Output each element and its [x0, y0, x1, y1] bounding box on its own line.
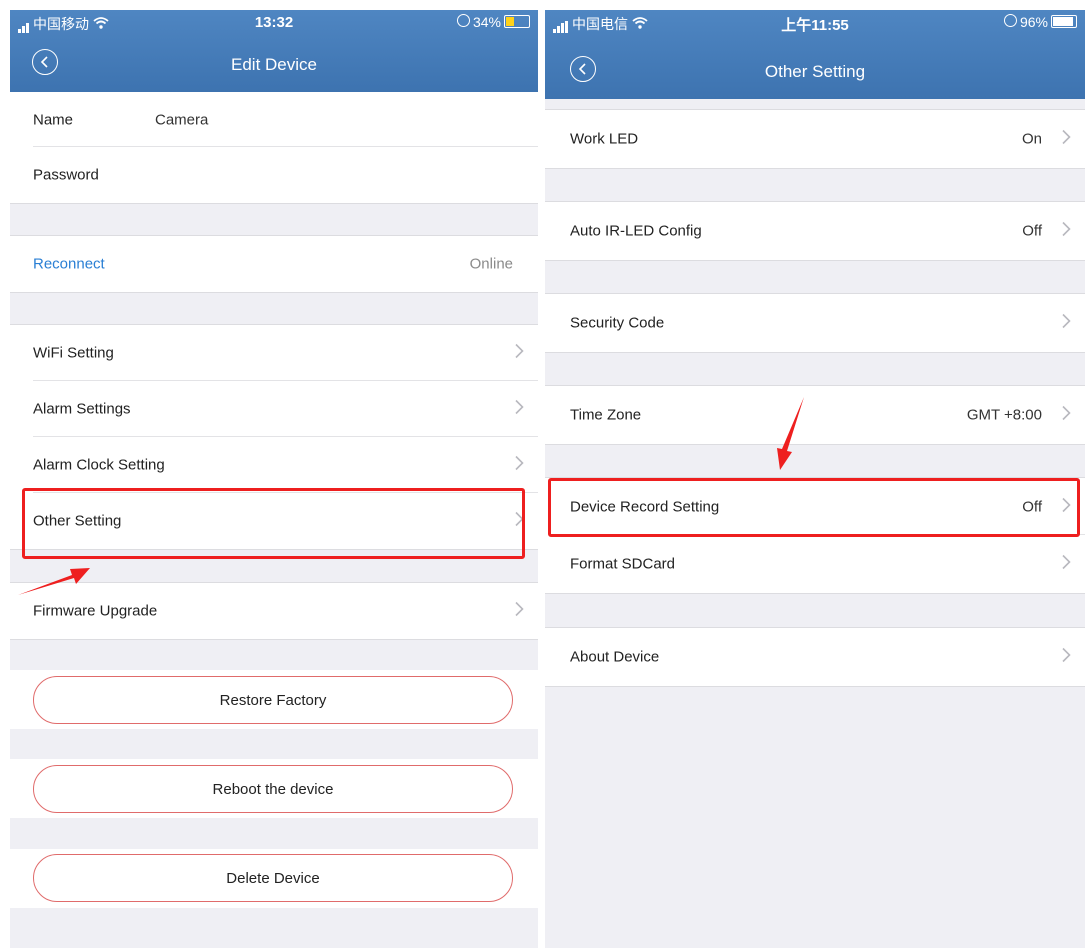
setting-value: On [1021, 130, 1042, 148]
setting-value: Off [1022, 498, 1042, 515]
setting-row-security-code[interactable]: Security Code [545, 294, 1085, 352]
chevron-right-icon [1062, 221, 1071, 241]
menu-item-label: Other Setting [33, 512, 122, 530]
reconnect-link[interactable]: Reconnect [33, 256, 105, 273]
password-label: Password [33, 166, 99, 184]
name-row[interactable]: Name Camera [10, 92, 538, 147]
online-status: Online [469, 255, 513, 273]
name-value: Camera [155, 111, 209, 128]
status-bar: 中国电信 上午11:55 96% [545, 10, 1085, 36]
page-title: Edit Device [231, 55, 317, 74]
menu-item-alarm-clock-setting[interactable]: Alarm Clock Setting [10, 437, 538, 493]
chevron-right-icon [1062, 497, 1071, 516]
setting-label: Security Code [570, 314, 665, 332]
menu-item-label: Alarm Settings [33, 400, 131, 418]
menu-item-label: Firmware Upgrade [33, 602, 158, 620]
setting-label: Format SDCard [570, 555, 676, 573]
setting-row-format-sdcard[interactable]: Format SDCard [545, 535, 1085, 593]
password-row[interactable]: Password [10, 147, 538, 203]
nav-header: 中国电信 上午11:55 96% Other Setting [545, 10, 1085, 99]
setting-value: GMT +8:00 [966, 406, 1042, 424]
chevron-right-icon [1062, 647, 1071, 667]
nav-header: 中国移动 13:32 34% Edit Device [10, 10, 538, 92]
battery-percent: 34% [472, 14, 501, 30]
setting-row-auto-ir-led-config[interactable]: Auto IR-LED Config Off [545, 202, 1085, 260]
menu-item-firmware-upgrade[interactable]: Firmware Upgrade [10, 583, 538, 639]
delete-device-button[interactable]: Delete Device [33, 854, 513, 902]
name-label: Name [33, 111, 74, 128]
setting-value: Off [1022, 222, 1042, 240]
rotation-lock-icon [1003, 14, 1017, 27]
chevron-right-icon [515, 343, 524, 363]
setting-label: Auto IR-LED Config [570, 222, 702, 240]
chevron-right-icon [1062, 405, 1071, 425]
battery-icon [1051, 15, 1077, 28]
chevron-right-icon [515, 511, 524, 531]
menu-item-wifi-setting[interactable]: WiFi Setting [10, 325, 538, 381]
chevron-right-icon [1062, 129, 1071, 149]
menu-item-label: WiFi Setting [33, 344, 114, 362]
setting-label: Device Record Setting [570, 498, 720, 515]
rotation-lock-icon [456, 14, 470, 27]
setting-label: Work LED [570, 130, 639, 148]
menu-item-other-setting[interactable]: Other Setting [10, 493, 538, 549]
chevron-right-icon [515, 601, 524, 621]
setting-label: About Device [570, 648, 660, 666]
battery-icon [504, 15, 530, 28]
reconnect-row[interactable]: Reconnect Online [10, 236, 538, 292]
chevron-right-icon [515, 399, 524, 419]
chevron-right-icon [515, 455, 524, 475]
status-bar: 中国移动 13:32 34% [10, 10, 538, 36]
restore-factory-button[interactable]: Restore Factory [33, 676, 513, 724]
edit-device-screen: 中国移动 13:32 34% Edit Device Name Camera P… [10, 10, 538, 948]
battery-percent: 96% [1019, 14, 1048, 30]
chevron-right-icon [1062, 554, 1071, 574]
setting-label: Time Zone [570, 406, 642, 424]
other-setting-screen: 中国电信 上午11:55 96% Other Setting Work LED … [545, 10, 1085, 948]
setting-row-time-zone[interactable]: Time Zone GMT +8:00 [545, 386, 1085, 444]
reboot-device-button[interactable]: Reboot the device [33, 765, 513, 813]
chevron-right-icon [1062, 313, 1071, 333]
menu-item-alarm-settings[interactable]: Alarm Settings [10, 381, 538, 437]
setting-row-work-led[interactable]: Work LED On [545, 110, 1085, 168]
setting-row-device-record-setting[interactable]: Device Record Setting Off [545, 478, 1085, 535]
menu-item-label: Alarm Clock Setting [33, 456, 165, 474]
setting-row-about-device[interactable]: About Device [545, 628, 1085, 686]
page-title: Other Setting [764, 62, 866, 81]
